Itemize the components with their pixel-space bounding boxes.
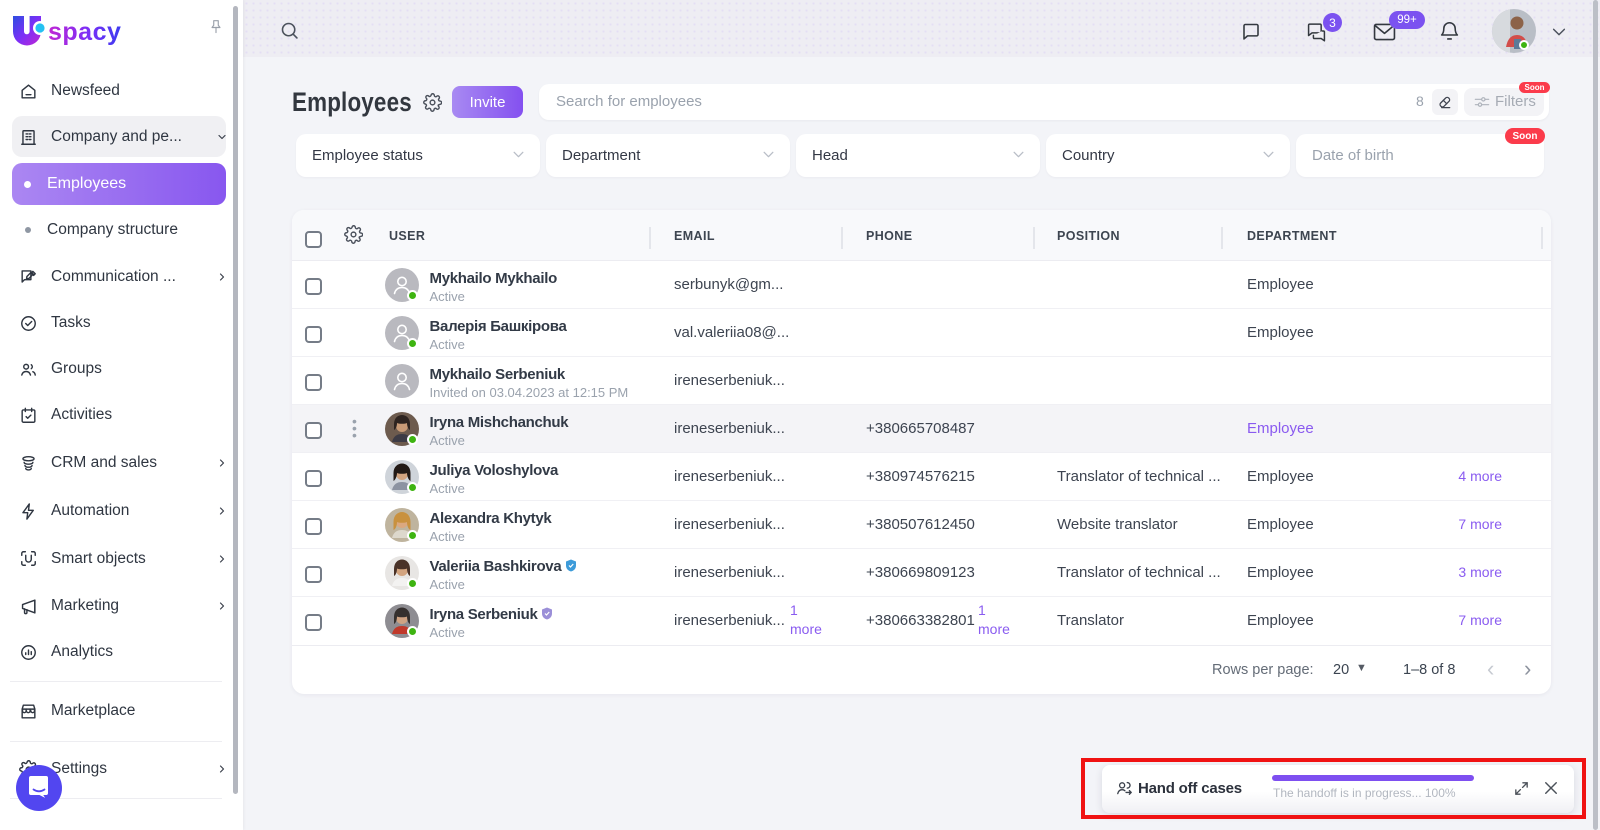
svg-text:spacy: spacy — [48, 18, 121, 46]
